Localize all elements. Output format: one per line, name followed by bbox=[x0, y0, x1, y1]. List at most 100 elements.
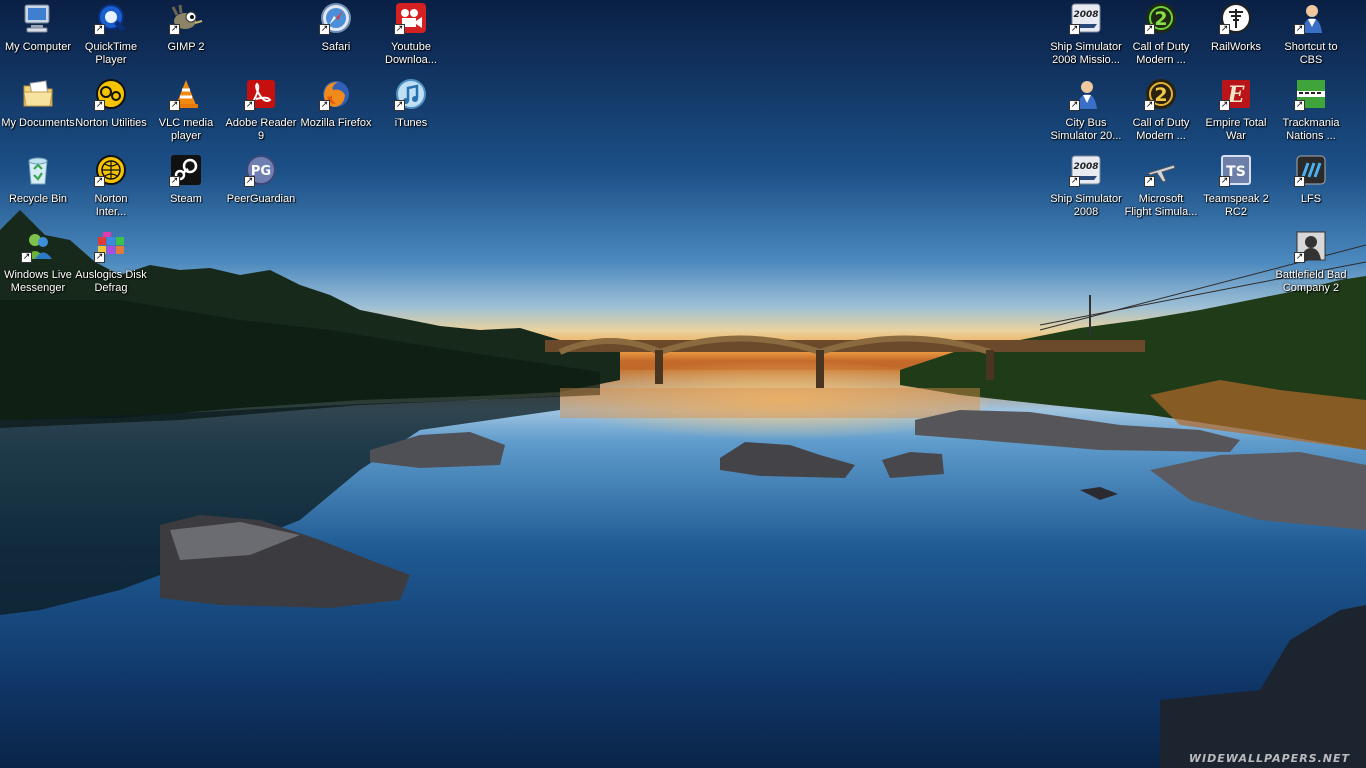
youtube-downloader-icon: ↗ bbox=[394, 1, 428, 35]
shortcut-arrow-icon: ↗ bbox=[319, 24, 330, 35]
desktop-icon-label: LFS bbox=[1300, 193, 1322, 205]
shortcut-arrow-icon: ↗ bbox=[1069, 24, 1080, 35]
desktop-icon-label: Norton Utilities bbox=[75, 117, 147, 129]
call-of-duty-desktop-icon[interactable]: 2 ↗ Call of Duty Modern ... bbox=[1123, 0, 1199, 74]
desktop-icon-label: Windows Live Messenger bbox=[4, 269, 72, 294]
trackmania-nations-desktop-icon[interactable]: ↗ Trackmania Nations ... bbox=[1273, 76, 1349, 150]
peerguardian-desktop-icon[interactable]: PG ↗ PeerGuardian bbox=[223, 152, 299, 226]
desktop-icon-label: VLC media player bbox=[158, 117, 214, 142]
shortcut-arrow-icon: ↗ bbox=[21, 252, 32, 263]
gimp-desktop-icon[interactable]: ↗ GIMP 2 bbox=[148, 0, 224, 74]
desktop-icon-label: My Computer bbox=[4, 41, 72, 53]
quicktime-player-desktop-icon[interactable]: ↗ QuickTime Player bbox=[73, 0, 149, 74]
desktop-icon-label: Shortcut to CBS bbox=[1284, 41, 1338, 66]
shortcut-arrow-icon: ↗ bbox=[244, 100, 255, 111]
ship-simulator-missions-desktop-icon[interactable]: 2008 ↗ Ship Simulator 2008 Missio... bbox=[1048, 0, 1124, 74]
mozilla-firefox-desktop-icon[interactable]: ↗ Mozilla Firefox bbox=[298, 76, 374, 150]
my-documents-desktop-icon[interactable]: My Documents bbox=[0, 76, 76, 150]
ship-badge-text: 2008 bbox=[1073, 10, 1098, 20]
steam-desktop-icon[interactable]: ↗ Steam bbox=[148, 152, 224, 226]
itunes-desktop-icon[interactable]: ↗ iTunes bbox=[373, 76, 449, 150]
desktop-icon-label: Steam bbox=[170, 193, 202, 205]
railworks-desktop-icon[interactable]: ↗ RailWorks bbox=[1198, 0, 1274, 74]
desktop-icon-label: Call of Duty Modern ... bbox=[1132, 41, 1190, 66]
my-computer-desktop-icon[interactable]: My Computer bbox=[0, 0, 76, 74]
quicktime-icon: ↗ bbox=[94, 1, 128, 35]
ship-simulator-icon: 2008 ↗ bbox=[1069, 153, 1103, 187]
lfs-desktop-icon[interactable]: ↗ LFS bbox=[1273, 152, 1349, 226]
flight-simulator-icon: ↗ bbox=[1144, 153, 1178, 187]
cod-badge-text: 2 bbox=[1154, 84, 1167, 106]
desktop-icon-label: Recycle Bin bbox=[8, 193, 68, 205]
shortcut-arrow-icon: ↗ bbox=[1069, 100, 1080, 111]
desktop-icon-label: RailWorks bbox=[1211, 41, 1261, 53]
norton-utilities-desktop-icon[interactable]: ↗ Norton Utilities bbox=[73, 76, 149, 150]
shortcut-arrow-icon: ↗ bbox=[1294, 252, 1305, 263]
call-of-duty-2-desktop-icon[interactable]: 2 ↗ Call of Duty Modern ... bbox=[1123, 76, 1199, 150]
youtube-downloader-desktop-icon[interactable]: ↗ Youtube Downloa... bbox=[373, 0, 449, 74]
adobe-reader-icon: ↗ bbox=[244, 77, 278, 111]
safari-desktop-icon[interactable]: ↗ Safari bbox=[298, 0, 374, 74]
empire-total-war-icon: E ↗ bbox=[1219, 77, 1253, 111]
battlefield-bad-company-2-desktop-icon[interactable]: ↗ Battlefield Bad Company 2 bbox=[1273, 228, 1349, 302]
desktop-icon-label: Teamspeak 2 RC2 bbox=[1203, 193, 1269, 218]
norton-internet-icon: ↗ bbox=[94, 153, 128, 187]
user-icon: ↗ bbox=[1294, 1, 1328, 35]
wallpaper-watermark: WIDEWALLPAPERS.NET bbox=[1188, 752, 1350, 765]
documents-folder-icon bbox=[21, 77, 55, 111]
lfs-icon: ↗ bbox=[1294, 153, 1328, 187]
desktop-icon-label: PeerGuardian bbox=[226, 193, 296, 205]
shortcut-arrow-icon: ↗ bbox=[394, 100, 405, 111]
battlefield-icon: ↗ bbox=[1294, 229, 1328, 263]
shortcut-arrow-icon: ↗ bbox=[169, 176, 180, 187]
shortcut-arrow-icon: ↗ bbox=[1219, 24, 1230, 35]
shortcut-arrow-icon: ↗ bbox=[244, 176, 255, 187]
desktop-icon-label: Call of Duty Modern ... bbox=[1132, 117, 1190, 142]
shortcut-arrow-icon: ↗ bbox=[169, 100, 180, 111]
desktop-icon-label: Youtube Downloa... bbox=[385, 41, 437, 66]
shortcut-arrow-icon: ↗ bbox=[1144, 176, 1155, 187]
call-of-duty-icon: 2 ↗ bbox=[1144, 1, 1178, 35]
norton-utilities-icon: ↗ bbox=[94, 77, 128, 111]
desktop-icon-label: Auslogics Disk Defrag bbox=[75, 269, 147, 294]
gimp-icon: ↗ bbox=[169, 1, 203, 35]
shortcut-arrow-icon: ↗ bbox=[1294, 100, 1305, 111]
teamspeak-icon: TS ↗ bbox=[1219, 153, 1253, 187]
shortcut-arrow-icon: ↗ bbox=[169, 24, 180, 35]
shortcut-arrow-icon: ↗ bbox=[1294, 176, 1305, 187]
cod-badge-text: 2 bbox=[1154, 8, 1167, 30]
shortcut-arrow-icon: ↗ bbox=[1219, 176, 1230, 187]
vlc-icon: ↗ bbox=[169, 77, 203, 111]
call-of-duty-icon: 2 ↗ bbox=[1144, 77, 1178, 111]
norton-internet-desktop-icon[interactable]: ↗ Norton Inter... bbox=[73, 152, 149, 226]
microsoft-flight-simulator-desktop-icon[interactable]: ↗ Microsoft Flight Simula... bbox=[1123, 152, 1199, 226]
shortcut-arrow-icon: ↗ bbox=[94, 100, 105, 111]
vlc-media-player-desktop-icon[interactable]: ↗ VLC media player bbox=[148, 76, 224, 150]
teamspeak-2-desktop-icon[interactable]: TS ↗ Teamspeak 2 RC2 bbox=[1198, 152, 1274, 226]
adobe-reader-desktop-icon[interactable]: ↗ Adobe Reader 9 bbox=[223, 76, 299, 150]
desktop-icon-label: GIMP 2 bbox=[167, 41, 205, 53]
shortcut-arrow-icon: ↗ bbox=[1144, 24, 1155, 35]
city-bus-simulator-desktop-icon[interactable]: ↗ City Bus Simulator 20... bbox=[1048, 76, 1124, 150]
shortcut-arrow-icon: ↗ bbox=[394, 24, 405, 35]
desktop-icon-label: QuickTime Player bbox=[84, 41, 138, 66]
ship-simulator-2008-desktop-icon[interactable]: 2008 ↗ Ship Simulator 2008 bbox=[1048, 152, 1124, 226]
shortcut-arrow-icon: ↗ bbox=[94, 24, 105, 35]
shortcut-to-cbs-desktop-icon[interactable]: ↗ Shortcut to CBS bbox=[1273, 0, 1349, 74]
desktop-icon-label: Adobe Reader 9 bbox=[225, 117, 297, 142]
ship-simulator-icon: 2008 ↗ bbox=[1069, 1, 1103, 35]
safari-icon: ↗ bbox=[319, 1, 353, 35]
desktop-icon-label: Ship Simulator 2008 bbox=[1050, 193, 1122, 218]
recycle-bin-desktop-icon[interactable]: Recycle Bin bbox=[0, 152, 76, 226]
windows-live-messenger-desktop-icon[interactable]: ↗ Windows Live Messenger bbox=[0, 228, 76, 302]
defrag-icon: ↗ bbox=[94, 229, 128, 263]
peerguardian-icon: PG ↗ bbox=[244, 153, 278, 187]
shortcut-arrow-icon: ↗ bbox=[319, 100, 330, 111]
desktop-icon-label: Trackmania Nations ... bbox=[1282, 117, 1340, 142]
trackmania-icon: ↗ bbox=[1294, 77, 1328, 111]
empire-total-war-desktop-icon[interactable]: E ↗ Empire Total War bbox=[1198, 76, 1274, 150]
shortcut-arrow-icon: ↗ bbox=[1294, 24, 1305, 35]
desktop-icon-label: My Documents bbox=[1, 117, 75, 129]
auslogics-disk-defrag-desktop-icon[interactable]: ↗ Auslogics Disk Defrag bbox=[73, 228, 149, 302]
recycle-bin-icon bbox=[21, 153, 55, 187]
